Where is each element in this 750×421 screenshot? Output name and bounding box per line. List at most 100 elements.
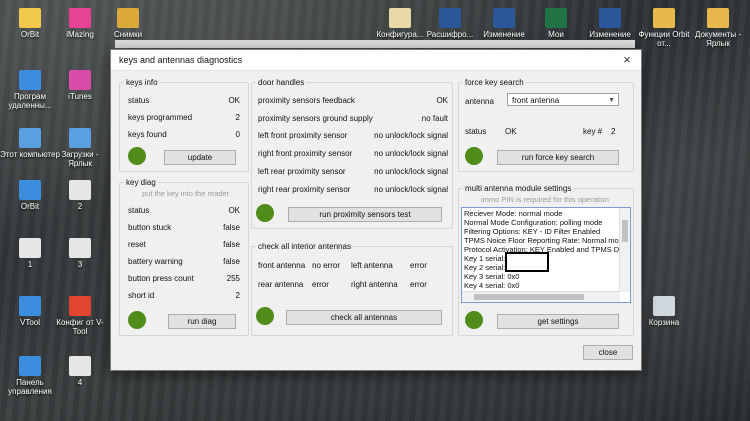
door-handle-value: no fault: [421, 114, 448, 123]
desktop-icon-label: OrBit: [20, 202, 40, 211]
status-led: [465, 147, 483, 165]
desktop-icon[interactable]: 3: [50, 238, 110, 269]
shortcut-icon: [493, 8, 515, 28]
antenna-value: error: [312, 280, 329, 289]
door-handle-value: no unlock/lock signal: [374, 131, 448, 140]
door-handle-value: no unlock/lock signal: [374, 167, 448, 176]
desktop-icon-label: 3: [77, 260, 83, 269]
desktop-icon[interactable]: 2: [50, 180, 110, 211]
settings-line: Filtering Options: KEY - ID Filter Enabl…: [464, 227, 601, 236]
keys-info-value: 0: [235, 130, 240, 139]
desktop-icon-label: Мои: [548, 30, 564, 39]
desktop-icon-label: Програм удаленны...: [8, 92, 52, 110]
antenna-select-value: front antenna: [512, 96, 560, 105]
desktop-icon[interactable]: 4: [50, 356, 110, 387]
key-diag-value: false: [223, 257, 240, 266]
antenna-select[interactable]: front antenna ▼: [507, 93, 619, 106]
desktop-icon[interactable]: Расшифро...: [420, 8, 480, 39]
multi-antenna-title: multi antenna module settings: [463, 184, 574, 193]
redaction-box: [505, 252, 549, 272]
run-diag-button[interactable]: run diag: [168, 314, 236, 329]
shortcut-icon: [69, 180, 91, 200]
scroll-thumb[interactable]: [474, 294, 584, 300]
scroll-thumb[interactable]: [622, 220, 628, 242]
desktop-icon[interactable]: iTunes: [50, 70, 110, 101]
keys-info-panel: keys info status OK keys programmed 2 ke…: [119, 78, 249, 172]
shortcut-icon: [653, 296, 675, 316]
desktop-icon-label: OrBit: [20, 30, 40, 39]
force-status-value: OK: [505, 127, 517, 136]
horizontal-scrollbar[interactable]: [462, 291, 620, 302]
update-button[interactable]: update: [164, 150, 236, 165]
close-button[interactable]: close: [583, 345, 633, 360]
desktop-icon[interactable]: Мои: [526, 8, 586, 39]
antenna-label: front antenna: [258, 261, 306, 270]
multi-antenna-panel: multi antenna module settings immo PIN i…: [458, 184, 634, 336]
status-led: [256, 307, 274, 325]
desktop-icon[interactable]: Корзина: [634, 296, 694, 327]
antenna-value: error: [410, 261, 427, 270]
key-diag-value: 2: [235, 291, 240, 300]
key-number-label: key #: [583, 127, 603, 136]
desktop-icon-label: Расшифро...: [426, 30, 474, 39]
antenna-label: rear antenna: [258, 280, 304, 289]
desktop-icon[interactable]: Изменение: [474, 8, 534, 39]
key-diag-hint: put the key into the reader: [142, 189, 230, 198]
desktop-icon-label: Снимки: [113, 30, 143, 39]
key-diag-label: button press count: [128, 274, 194, 283]
check-all-antennas-button[interactable]: check all antennas: [286, 310, 442, 325]
desktop-icon[interactable]: Конфиг от V-Tool: [50, 296, 110, 336]
shortcut-icon: [19, 356, 41, 376]
key-diag-panel: key diag put the key into the reader sta…: [119, 178, 249, 336]
door-handle-label: left rear proximity sensor: [258, 167, 346, 176]
shortcut-icon: [19, 296, 41, 316]
desktop-icon-label: Загрузки - Ярлык: [61, 150, 99, 168]
desktop-icon-label: Документы - Ярлык: [694, 30, 742, 48]
interior-antennas-title: check all interior antennas: [256, 242, 353, 251]
shortcut-icon: [69, 70, 91, 90]
door-handle-value: no unlock/lock signal: [374, 185, 448, 194]
background-window-strip: [115, 40, 635, 48]
desktop-icon[interactable]: Функции Orbit от...: [634, 8, 694, 48]
vertical-scrollbar[interactable]: [619, 208, 630, 292]
antenna-label: right antenna: [351, 280, 398, 289]
desktop-icon[interactable]: Загрузки - Ярлык: [50, 128, 110, 168]
settings-listbox[interactable]: Reciever Mode: normal mode Normal Mode C…: [461, 207, 631, 303]
key-diag-value: OK: [228, 206, 240, 215]
run-force-key-search-button[interactable]: run force key search: [497, 150, 619, 165]
run-proximity-test-button[interactable]: run proximity sensors test: [288, 207, 442, 222]
desktop-icon[interactable]: Документы - Ярлык: [688, 8, 748, 48]
settings-line: TPMS Noice Floor Reporting Rate: Normal …: [464, 236, 619, 245]
force-key-search-panel: force key search antenna front antenna ▼…: [458, 78, 634, 172]
door-handles-title: door handles: [256, 78, 307, 87]
desktop-icon[interactable]: Снимки: [98, 8, 158, 39]
shortcut-icon: [69, 356, 91, 376]
keys-info-value: 2: [235, 113, 240, 122]
chevron-down-icon: ▼: [608, 97, 615, 104]
shortcut-icon: [707, 8, 729, 28]
shortcut-icon: [439, 8, 461, 28]
key-number-value: 2: [611, 127, 616, 136]
desktop-icon-label: 1: [27, 260, 33, 269]
keys-info-label: status: [128, 96, 150, 105]
desktop-icon-label: Конфигура...: [376, 30, 424, 39]
door-handle-value: no unlock/lock signal: [374, 149, 448, 158]
desktop-icon-label: VTool: [19, 318, 40, 327]
status-led: [128, 311, 146, 329]
shortcut-icon: [19, 70, 41, 90]
key-diag-value: false: [223, 223, 240, 232]
status-led: [128, 147, 146, 165]
force-key-search-title: force key search: [463, 78, 526, 87]
desktop-icon-label: Изменение: [483, 30, 525, 39]
desktop-icon[interactable]: Изменение: [580, 8, 640, 39]
desktop-icon-label: iTunes: [68, 92, 92, 101]
close-icon[interactable]: ×: [619, 52, 635, 68]
antenna-select-label: antenna: [465, 97, 494, 106]
shortcut-icon: [389, 8, 411, 28]
key-diag-label: battery warning: [128, 257, 183, 266]
shortcut-icon: [19, 180, 41, 200]
door-handles-panel: door handles proximity sensors feedback …: [251, 78, 453, 229]
get-settings-button[interactable]: get settings: [497, 314, 619, 329]
desktop-icon-label: Конфиг от V-Tool: [56, 318, 104, 336]
key-diag-value: false: [223, 240, 240, 249]
